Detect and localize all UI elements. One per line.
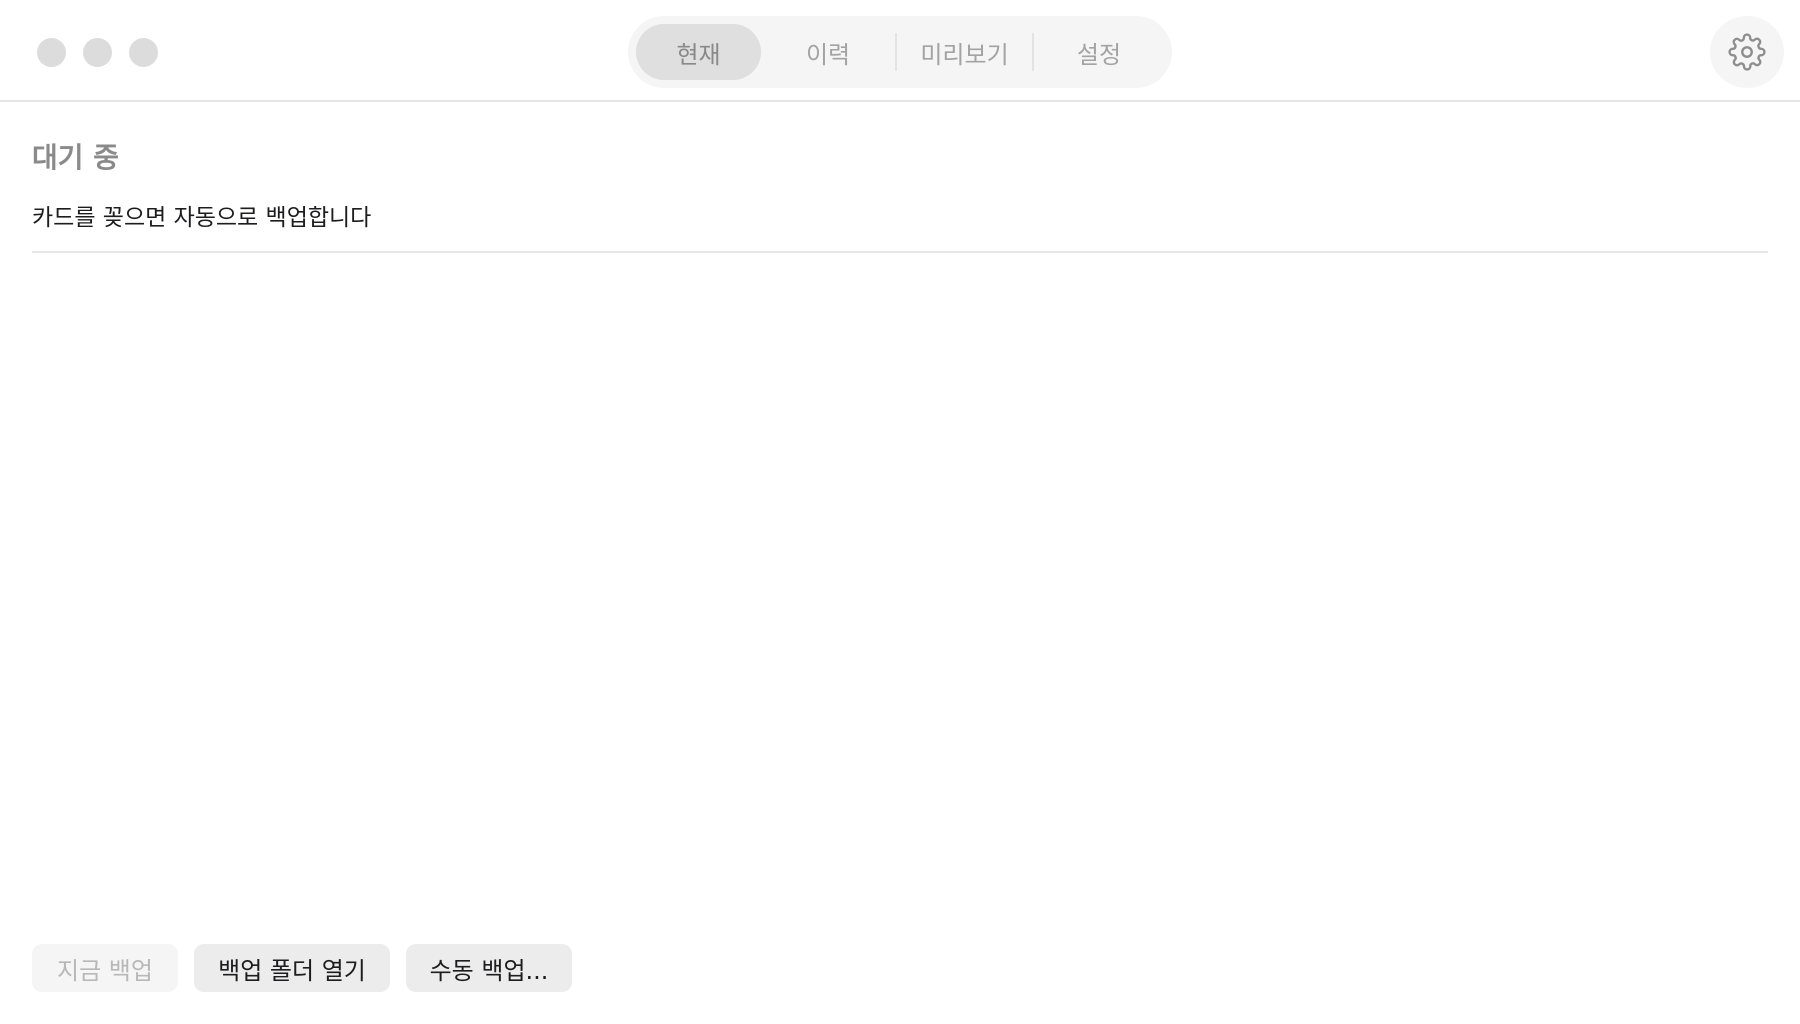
title-bar: 현재 이력 미리보기 설정 bbox=[0, 0, 1800, 102]
open-backup-folder-button[interactable]: 백업 폴더 열기 bbox=[194, 944, 390, 992]
close-window-button[interactable] bbox=[37, 38, 66, 67]
app-window: 현재 이력 미리보기 설정 대기 중 카드를 꽂으면 자동으로 백업합니다 지금… bbox=[0, 0, 1800, 1024]
window-controls bbox=[37, 38, 158, 67]
tab-current[interactable]: 현재 bbox=[636, 24, 762, 80]
tab-history[interactable]: 이력 bbox=[761, 24, 895, 80]
minimize-window-button[interactable] bbox=[83, 38, 112, 67]
status-description: 카드를 꽂으면 자동으로 백업합니다 bbox=[32, 205, 372, 231]
tab-settings[interactable]: 설정 bbox=[1034, 24, 1164, 80]
zoom-window-button[interactable] bbox=[129, 38, 158, 67]
manual-backup-button[interactable]: 수동 백업... bbox=[406, 944, 572, 992]
tab-preview[interactable]: 미리보기 bbox=[897, 24, 1032, 80]
backup-now-button[interactable]: 지금 백업 bbox=[32, 944, 178, 992]
settings-button[interactable] bbox=[1710, 16, 1784, 88]
status-title: 대기 중 bbox=[32, 141, 120, 174]
gear-icon bbox=[1728, 33, 1766, 71]
view-tabs: 현재 이력 미리보기 설정 bbox=[628, 16, 1172, 88]
section-divider bbox=[32, 251, 1768, 253]
action-bar: 지금 백업 백업 폴더 열기 수동 백업... bbox=[32, 944, 572, 992]
